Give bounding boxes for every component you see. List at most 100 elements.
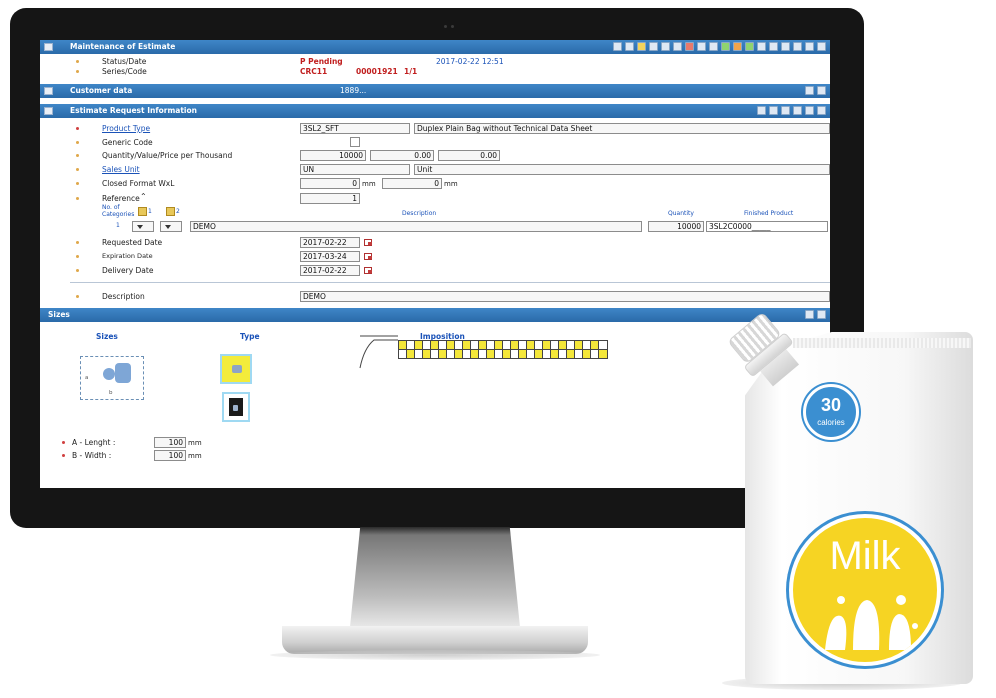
sizes-bar-title: Sizes [48,310,70,319]
save-icon[interactable] [805,86,814,95]
expand-icon[interactable] [817,86,826,95]
bullet-icon [76,154,79,157]
edit-icon[interactable] [673,42,682,51]
requested-date-input[interactable]: 2017-02-22 [300,237,360,248]
price-input[interactable]: 0.00 [438,150,500,161]
category-2-select[interactable] [160,221,182,232]
description-input[interactable]: DEMO [300,291,830,302]
package-icon [232,365,242,373]
sizes-column-title: Sizes [96,332,118,341]
milk-pouch-image: 30 calories Milk [727,311,983,690]
check-icon[interactable] [697,42,706,51]
calendar-icon[interactable] [364,252,372,260]
required-bullet-icon [76,127,79,130]
erp-screen: Maintenance of Estimate Status/Date P Pe… [40,40,830,488]
line-description-input[interactable]: DEMO [190,221,642,232]
bullet-icon [76,197,79,200]
product-type-description-input[interactable]: Duplex Plain Bag without Technical Data … [414,123,830,134]
finished-product-column-header: Finished Product [744,210,794,217]
b-width-input[interactable]: 100 [154,450,186,461]
minimize-icon[interactable] [817,106,826,115]
category-icon[interactable] [138,207,147,216]
calories-word: calories [817,418,845,427]
category-line-row: 1 DEMO 10000 3SL2C0000_____ [40,220,830,234]
delivery-date-input[interactable]: 2017-02-22 [300,265,360,276]
copy-icon[interactable] [649,42,658,51]
save-icon[interactable] [805,106,814,115]
save-icon[interactable] [805,42,814,51]
export-icon[interactable] [733,42,742,51]
print-icon[interactable] [709,42,718,51]
line-finished-product-input[interactable]: 3SL2C0000_____ [706,221,828,232]
collapse-chevron-icon[interactable]: ⌃ [140,192,147,201]
estimate-request-bar: Estimate Request Information [40,104,830,118]
sales-unit-row: Sales Unit UN Unit [40,163,830,177]
closed-width-input[interactable]: 0 [300,178,360,189]
generic-code-checkbox[interactable] [350,137,360,147]
bag-shape-icon [103,368,115,380]
category-1-select[interactable] [132,221,154,232]
series-code-label: Series/Code [102,67,147,76]
delivery-date-row: Delivery Date 2017-02-22 [40,264,830,278]
code-value: 00001921 [356,67,398,76]
window-icon [233,405,238,411]
reference-label: Reference [102,194,140,203]
estimate-request-title: Estimate Request Information [70,106,197,115]
sales-unit-link[interactable]: Sales Unit [102,165,140,174]
reference-input[interactable]: 1 [300,193,360,204]
last-page-icon[interactable] [793,42,802,51]
sort-icon[interactable] [625,42,634,51]
dimension-a-label: a [85,375,89,381]
binoculars-icon[interactable] [613,42,622,51]
maintenance-titlebar: Maintenance of Estimate [40,40,830,54]
section-divider [70,282,830,283]
customer-tools [805,86,826,95]
bag-body-icon [115,363,131,383]
estimate-tools [757,106,826,115]
document-icon[interactable] [661,42,670,51]
page-counter: 1/1 [404,67,418,76]
chart-icon[interactable] [793,106,802,115]
bullet-icon [76,168,79,171]
product-type-link[interactable]: Product Type [102,124,150,133]
line-quantity-input[interactable]: 10000 [648,221,704,232]
milk-splash-icon [825,595,918,650]
customer-data-bar[interactable]: Customer data 1889... [40,84,830,98]
quantity-input[interactable]: 10000 [300,150,366,161]
closed-length-input[interactable]: 0 [382,178,442,189]
size-diagram: a b [80,356,144,400]
imposition-grid-row2 [398,349,608,359]
expiration-date-row: Expiration Date 2017-03-24 [40,250,830,264]
refresh-icon[interactable] [721,42,730,51]
image-icon[interactable] [781,106,790,115]
value-input[interactable]: 0.00 [370,150,434,161]
prev-page-icon[interactable] [769,42,778,51]
sales-unit-code-input[interactable]: UN [300,164,410,175]
first-page-icon[interactable] [757,42,766,51]
toolbar [613,42,826,51]
minimize-icon[interactable] [817,42,826,51]
document-icon[interactable] [757,106,766,115]
customer-center-label: 1889... [340,86,367,95]
monitor-shadow [270,650,600,660]
b-width-unit: mm [188,452,202,460]
calendar-icon[interactable] [364,238,372,246]
sales-unit-name-input[interactable]: Unit [414,164,830,175]
calendar-icon[interactable] [364,266,372,274]
copy-icon[interactable] [769,106,778,115]
delete-icon[interactable] [685,42,694,51]
product-type-code-input[interactable]: 3SL2_SFT [300,123,410,134]
generic-code-row: Generic Code [40,136,830,150]
expiration-date-input[interactable]: 2017-03-24 [300,251,360,262]
folder-icon[interactable] [637,42,646,51]
delivery-date-label: Delivery Date [102,266,154,275]
category-icon[interactable] [166,207,175,216]
quantity-value-price-label: Quantity/Value/Price per Thousand [102,151,233,160]
closed-length-unit: mm [444,180,458,188]
type-option-yellow[interactable] [220,354,252,384]
a-length-input[interactable]: 100 [154,437,186,448]
next-page-icon[interactable] [781,42,790,51]
approve-icon[interactable] [745,42,754,51]
series-bullet-icon [76,70,79,73]
type-option-dark[interactable] [222,392,250,422]
